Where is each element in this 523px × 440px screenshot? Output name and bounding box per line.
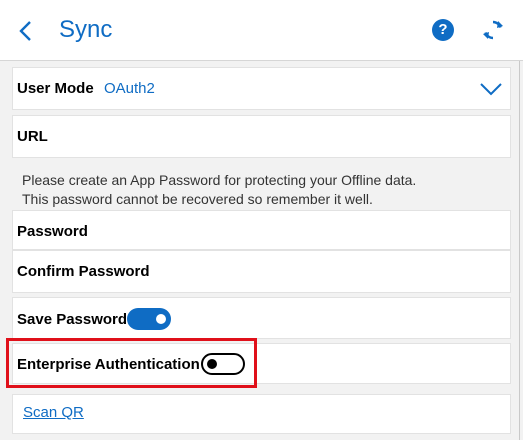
user-mode-value: OAuth2 [104,80,155,97]
url-label: URL [17,128,48,145]
header-bar: Sync ? [0,0,523,61]
help-icon[interactable]: ? [432,19,454,41]
password-note-line2: This password cannot be recovered so rem… [22,191,373,207]
password-note-line1: Please create an App Password for protec… [22,172,417,188]
password-label: Password [17,223,88,240]
password-field[interactable]: Password [12,210,511,250]
scan-qr-row: Scan QR [12,394,511,434]
enterprise-auth-row: Enterprise Authentication [12,343,511,384]
scrollbar-track[interactable] [519,61,520,440]
toggle-knob [207,359,217,369]
url-field[interactable]: URL [12,115,511,158]
save-password-row: Save Password [12,297,511,339]
chevron-down-icon[interactable] [479,81,503,97]
page-title: Sync [59,16,113,43]
save-password-toggle[interactable] [127,308,171,330]
confirm-password-label: Confirm Password [17,263,150,280]
back-arrow-icon[interactable] [16,18,38,44]
scan-qr-link[interactable]: Scan QR [23,404,84,421]
toggle-knob [156,314,166,324]
enterprise-auth-label: Enterprise Authentication [17,356,200,373]
save-password-label: Save Password [17,311,128,328]
password-note: Please create an App Password for protec… [22,171,416,209]
confirm-password-field[interactable]: Confirm Password [12,250,511,293]
sync-icon[interactable] [481,18,505,42]
enterprise-auth-toggle[interactable] [201,353,245,375]
user-mode-row[interactable]: User Mode OAuth2 [12,67,511,110]
user-mode-label: User Mode [17,80,94,97]
